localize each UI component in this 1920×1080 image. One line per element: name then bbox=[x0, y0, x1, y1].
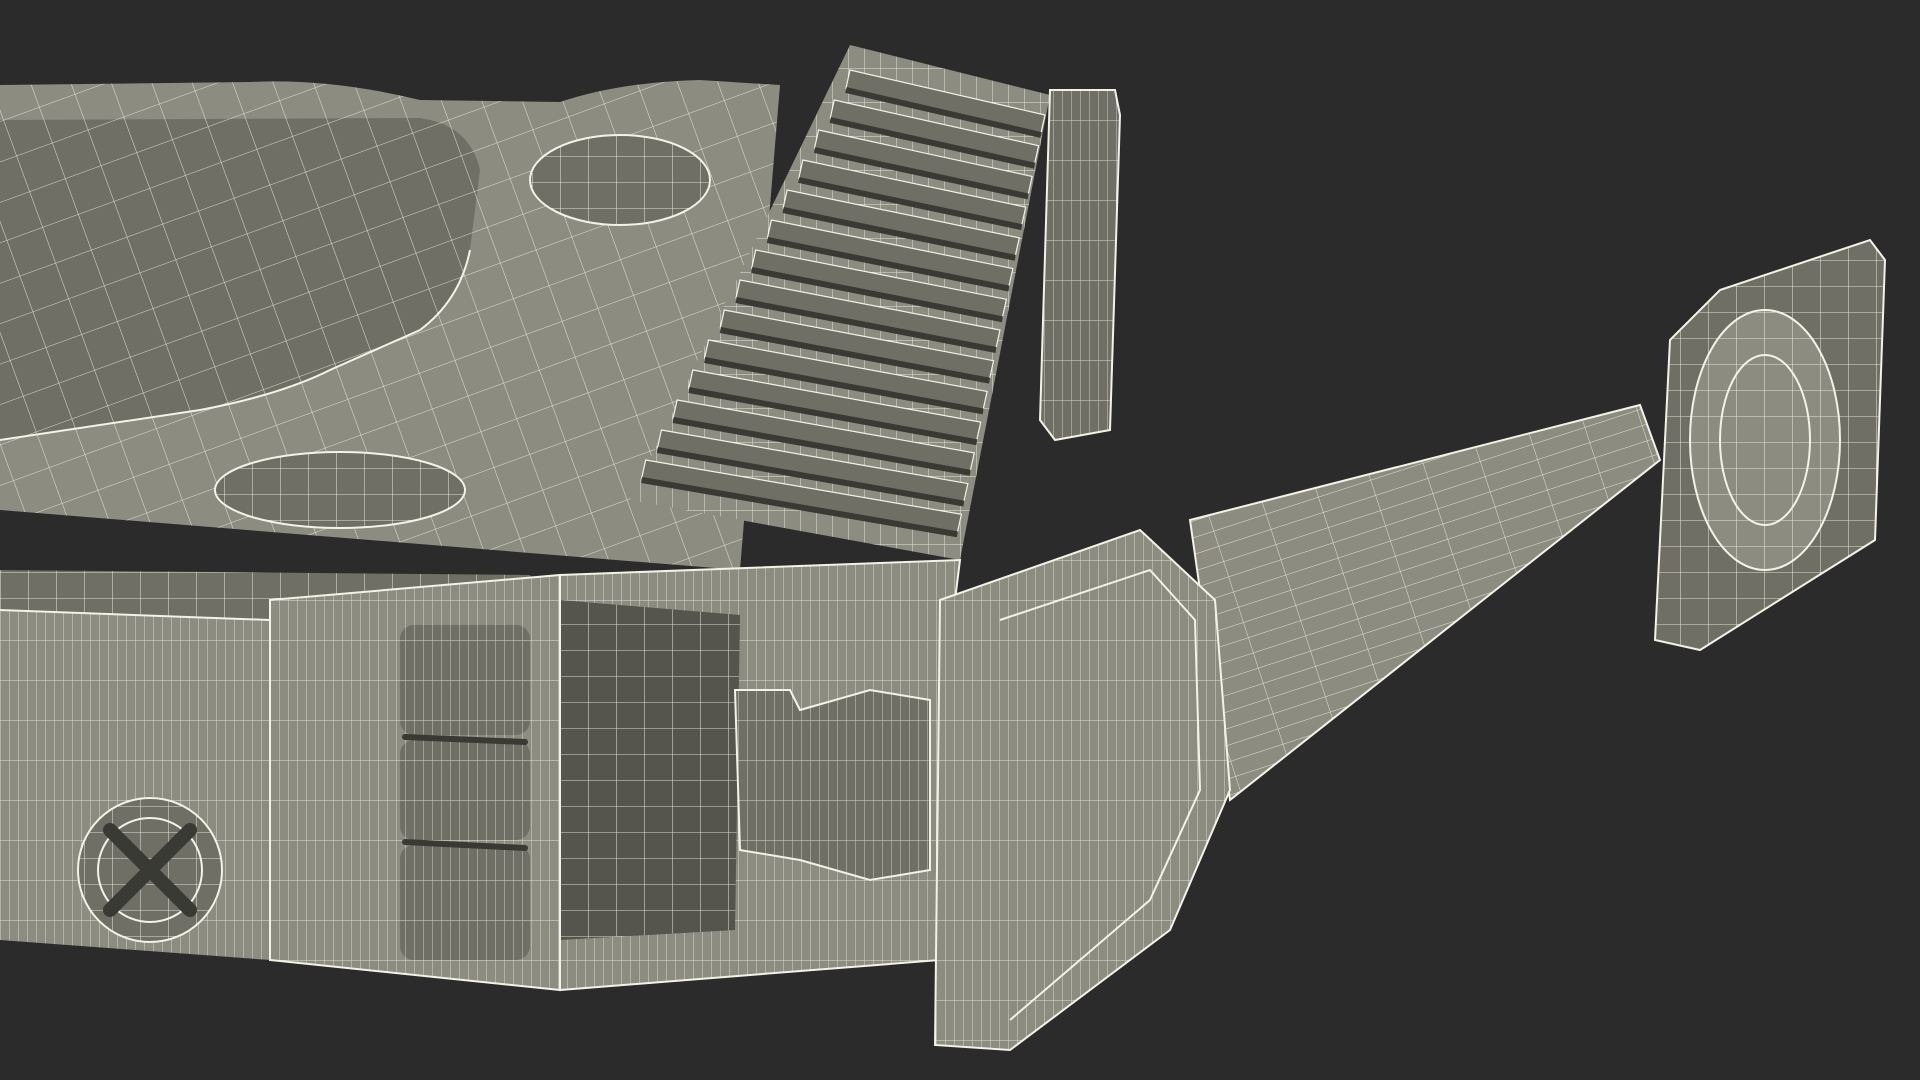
clip-latch bbox=[733, 688, 931, 882]
side-screw bbox=[77, 797, 223, 943]
oval-recess-bottom bbox=[214, 451, 466, 529]
wireframe-render-scene bbox=[0, 0, 1920, 1080]
oval-recess-top bbox=[529, 134, 711, 226]
hinge-knuckles bbox=[400, 625, 530, 960]
belt-clip bbox=[1038, 89, 1122, 442]
